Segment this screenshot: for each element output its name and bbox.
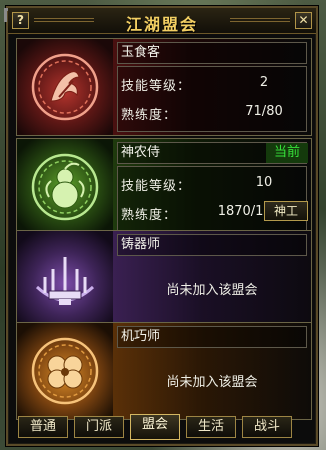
title-ornament-right — [230, 18, 290, 22]
tab-battle[interactable]: 战斗 — [242, 416, 292, 438]
guild-card-cook: 玉食客 技能等级： 2 熟练度： 71/80 — [16, 38, 312, 136]
guild-info: 技能等级： 10 熟练度： 1870/1870 — [117, 166, 307, 232]
shengong-button[interactable]: 神工 — [264, 201, 308, 221]
skill-level-label: 技能等级： — [121, 179, 192, 194]
skill-level-value: 2 — [259, 75, 269, 90]
guild-panel: ? 江湖盟会 ✕ 玉食客 技能等级： 2 熟练度： 71/80 神农侍 当前 技… — [4, 6, 318, 446]
proficiency-label: 熟练度： — [121, 208, 178, 223]
guild-info: 技能等级： 2 熟练度： 71/80 — [117, 66, 307, 132]
proficiency-value: 71/80 — [245, 104, 283, 119]
current-guild-badge: 当前 — [266, 143, 308, 163]
panel-titlebar[interactable]: ? 江湖盟会 ✕ — [8, 8, 316, 34]
tab-sect[interactable]: 门派 — [74, 416, 124, 438]
panel-title: 江湖盟会 — [125, 15, 198, 34]
guild-emblem-area — [17, 323, 113, 419]
skill-level-row: 技能等级： 2 — [121, 75, 268, 94]
skill-level-value: 10 — [255, 175, 273, 190]
guild-card-mechanist: 机巧师 尚未加入该盟会 — [16, 322, 312, 420]
proficiency-label: 熟练度： — [121, 108, 178, 123]
anvil-emblem-icon — [35, 257, 95, 305]
tab-guild[interactable]: 盟会 — [130, 414, 180, 440]
tab-life[interactable]: 生活 — [186, 416, 236, 438]
guild-card-smith: 铸器师 尚未加入该盟会 — [16, 230, 312, 328]
guild-name: 玉食客 — [117, 42, 307, 64]
skill-level-label: 技能等级： — [121, 79, 192, 94]
guild-emblem-area — [17, 139, 113, 235]
skill-level-row: 技能等级： 10 — [121, 175, 272, 194]
guild-name: 机巧师 — [117, 326, 307, 348]
tab-normal[interactable]: 普通 — [18, 416, 68, 438]
proficiency-row: 熟练度： 1870/1870 — [121, 204, 288, 223]
guild-name: 铸器师 — [117, 234, 307, 256]
guild-emblem-area — [17, 231, 113, 327]
proficiency-row: 熟练度： 71/80 — [121, 104, 283, 123]
gear-emblem-icon — [31, 337, 99, 405]
gourd-emblem-icon — [31, 153, 99, 221]
bottom-tab-bar: 普通 门派 盟会 生活 战斗 — [16, 412, 316, 440]
not-joined-text: 尚未加入该盟会 — [166, 283, 258, 298]
guild-emblem-area — [17, 39, 113, 135]
not-joined-text: 尚未加入该盟会 — [166, 375, 258, 390]
close-button[interactable]: ✕ — [295, 12, 312, 29]
guild-card-herbalist: 神农侍 当前 技能等级： 10 熟练度： 1870/1870 神工 — [16, 138, 312, 236]
phoenix-emblem-icon — [31, 53, 99, 121]
